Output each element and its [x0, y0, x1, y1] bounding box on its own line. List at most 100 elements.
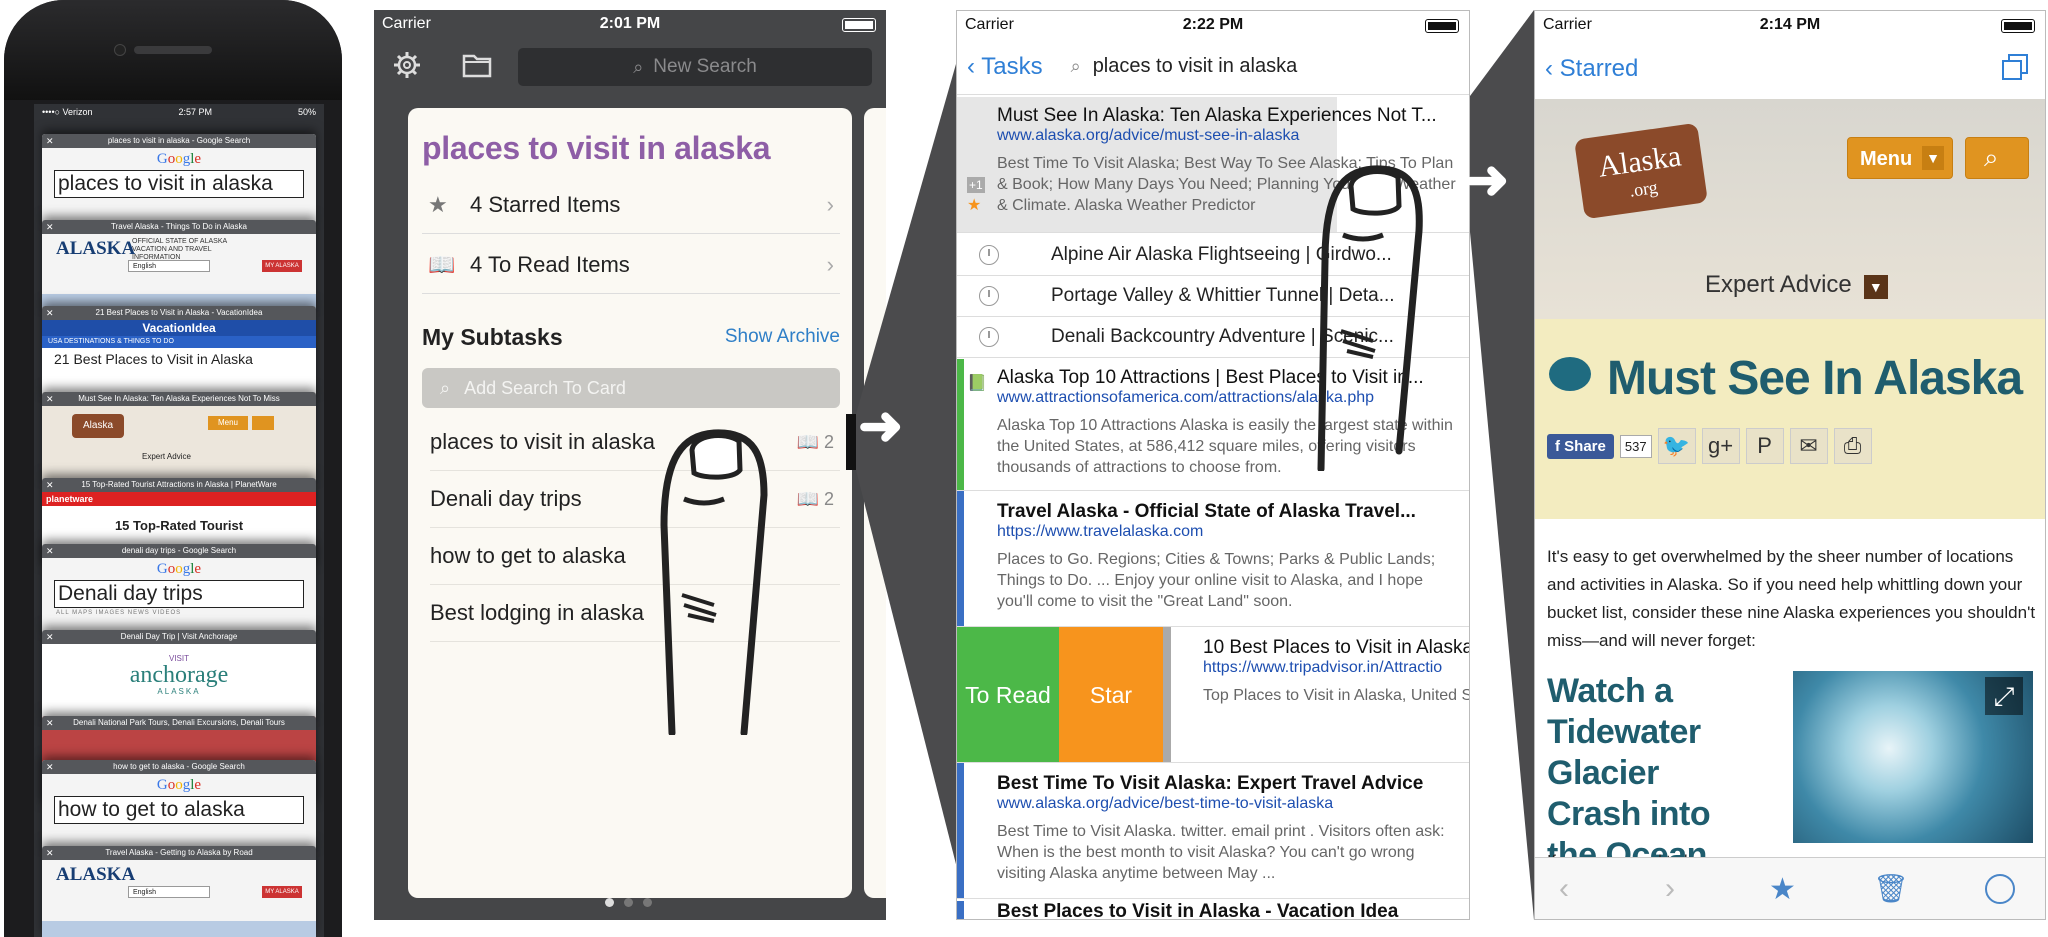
close-tab-icon[interactable]: ✕ — [46, 220, 54, 234]
expert-advice-dropdown[interactable]: Expert Advice ▼ — [1705, 271, 1888, 299]
language-select: English — [128, 886, 210, 898]
result-url: https://www.travelalaska.com — [997, 523, 1204, 540]
share-label: Share — [1564, 437, 1606, 455]
settings-gear-icon[interactable] — [392, 50, 422, 80]
result-snippet: Places to Go. Regions; Cities & Towns; P… — [997, 551, 1436, 610]
starred-items-row[interactable]: ★ 4 Starred Items › — [422, 176, 840, 234]
result-item[interactable]: Best Places to Visit in Alaska - Vacatio… — [957, 901, 1469, 919]
article-headline: 15 Top-Rated Tourist — [114, 518, 244, 533]
subtask-count: 📖 2 — [797, 432, 834, 453]
tab-card[interactable]: ✕ Must See In Alaska: Ten Alaska Experien… — [42, 392, 316, 482]
back-label: Starred — [1559, 55, 1639, 82]
search-icon: ⌕ — [440, 377, 451, 398]
back-arrow-icon[interactable]: ‹ — [1559, 872, 1569, 906]
finger-gesture-icon — [660, 429, 768, 735]
forward-arrow-icon[interactable]: › — [1665, 872, 1675, 906]
tab-title: Travel Alaska - Things To Do in Alaska — [111, 222, 247, 231]
close-tab-icon[interactable]: ✕ — [46, 716, 54, 730]
plus-one-badge: +1 — [967, 177, 985, 193]
menu-button[interactable]: Menu ▼ — [1847, 137, 1953, 179]
article-headline: 21 Best Places to Visit in Alaska — [54, 351, 253, 367]
star-icon: ★ — [967, 197, 982, 214]
google-logo: Google — [156, 151, 202, 167]
close-tab-icon[interactable]: ✕ — [46, 630, 54, 644]
back-button[interactable]: ‹ Tasks — [967, 53, 1043, 81]
search-query: places to visit in alaska — [54, 170, 304, 198]
close-tab-icon[interactable]: ✕ — [46, 134, 54, 148]
count-value: 2 — [823, 488, 834, 509]
to-read-marker — [957, 359, 964, 490]
to-read-items-row[interactable]: 📖 4 To Read Items › — [422, 236, 840, 294]
city-logo: anchorage — [129, 662, 229, 688]
subtask-label: Denali day trips — [430, 486, 582, 511]
folder-icon[interactable] — [462, 52, 492, 78]
star-icon[interactable]: ★ — [1769, 872, 1796, 907]
alaska-org-logo: Alaska .org — [1574, 122, 1708, 220]
close-tab-icon[interactable]: ✕ — [46, 846, 54, 860]
star-action[interactable]: Star — [1059, 627, 1163, 762]
page-dot — [605, 898, 614, 907]
add-search-field[interactable]: ⌕ Add Search To Card — [422, 368, 840, 408]
tab-card[interactable]: ✕ 21 Best Places to Visit in Alaska - Vac… — [42, 306, 316, 396]
back-button[interactable]: ‹ Starred — [1545, 55, 1638, 83]
google-nav: ALL MAPS IMAGES NEWS VIDEOS — [56, 610, 182, 616]
result-title: Travel Alaska - Official State of Alaska… — [997, 501, 1416, 522]
tab-card[interactable]: ✕ Denali Day Trip | Visit Anchorage VISIT… — [42, 630, 316, 720]
glacier-photo[interactable]: ⤢ — [1793, 671, 2033, 843]
book-icon: 📖 — [796, 488, 824, 509]
facebook-icon: f — [1555, 437, 1565, 455]
tab-card[interactable]: ✕ denali day trips - Google Search Google… — [42, 544, 316, 634]
show-archive-link[interactable]: Show Archive — [725, 326, 840, 348]
result-item[interactable]: Travel Alaska - Official State of Alaska… — [957, 491, 1469, 627]
twitter-icon[interactable]: 🐦 — [1657, 428, 1696, 464]
close-tab-icon[interactable]: ✕ — [46, 306, 54, 320]
pinterest-icon[interactable]: P — [1745, 428, 1784, 464]
expand-icon[interactable]: ⤢ — [1985, 677, 2023, 715]
facebook-share-button[interactable]: f Share — [1547, 433, 1614, 459]
share-count: 537 — [1619, 434, 1652, 458]
count-value: 2 — [823, 431, 834, 452]
tab-title: places to visit in alaska - Google Searc… — [107, 136, 251, 145]
tab-card[interactable]: ✕ Travel Alaska - Getting to Alaska by Ro… — [42, 846, 316, 937]
search-icon: ⌕ — [1070, 56, 1081, 76]
subtasks-heading: My Subtasks — [422, 324, 563, 350]
close-tab-icon[interactable]: ✕ — [46, 544, 54, 558]
result-title: 10 Best Places to Visit in Alaska — [1203, 637, 1469, 658]
nav-bar: ‹ Starred — [1535, 39, 2045, 99]
zoom-connector — [1470, 10, 1534, 920]
chevron-down-icon: ▼ — [1863, 275, 1888, 299]
tab-title: 15 Top-Rated Tourist Attractions in Alas… — [81, 480, 277, 489]
tab-card[interactable]: ✕ Travel Alaska - Things To Do in Alaska … — [42, 220, 316, 310]
result-item[interactable]: Best Time To Visit Alaska: Expert Travel… — [957, 763, 1469, 899]
google-plus-icon[interactable]: g+ — [1701, 428, 1740, 464]
search-icon: ⌕ — [633, 56, 644, 77]
speech-bubble-icon — [1549, 357, 1591, 391]
site-search-button[interactable]: ⌕ — [1965, 137, 2029, 179]
search-query[interactable]: places to visit in alaska — [1093, 55, 1298, 78]
tab-card[interactable]: ✕ places to visit in alaska - Google Sear… — [42, 134, 316, 224]
tab-card[interactable]: ✕ how to get to alaska - Google Search Go… — [42, 760, 316, 850]
card-title: places to visit in alaska — [422, 130, 771, 166]
print-icon[interactable]: ⎙ — [1833, 428, 1872, 464]
email-icon[interactable]: ✉ — [1789, 428, 1828, 464]
search-placeholder: New Search — [653, 56, 757, 77]
search-icon: ⌕ — [1984, 142, 1999, 172]
swiped-result-item[interactable]: To Read Star 10 Best Places to Visit in … — [957, 627, 1469, 763]
trash-icon[interactable]: 🗑 — [1873, 872, 1909, 905]
new-search-field[interactable]: ⌕ New Search — [518, 48, 872, 86]
close-tab-icon[interactable]: ✕ — [46, 478, 54, 492]
close-tab-icon[interactable]: ✕ — [46, 392, 54, 406]
tabs-icon[interactable] — [2001, 53, 2029, 81]
to-read-action[interactable]: To Read — [957, 627, 1059, 762]
result-url: https://www.tripadvisor.in/Attractio — [1203, 659, 1443, 676]
clock-icon[interactable] — [1985, 874, 2015, 904]
chevron-left-icon: ‹ — [967, 52, 982, 80]
book-icon: 📗 — [967, 375, 987, 392]
battery-icon — [2001, 19, 2035, 33]
subtask-label: Best lodging in alaska — [430, 600, 645, 625]
page-indicator — [600, 894, 657, 912]
page-dot — [624, 898, 633, 907]
connector-stub — [846, 414, 856, 470]
chevron-right-icon: › — [826, 191, 834, 217]
close-tab-icon[interactable]: ✕ — [46, 760, 54, 774]
